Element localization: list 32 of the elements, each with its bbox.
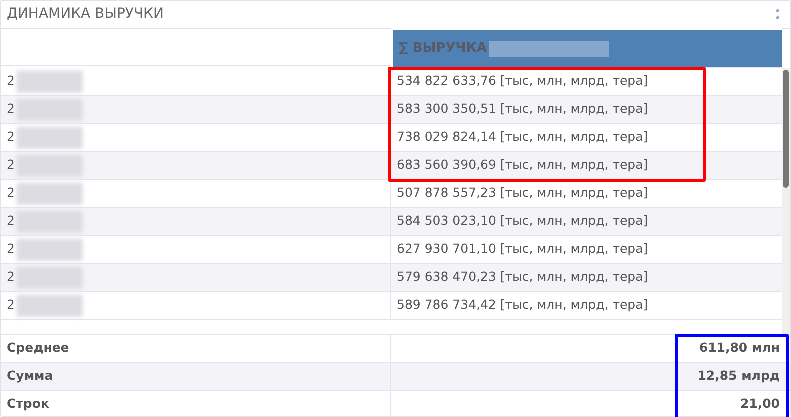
table-cell-text: 2 [7,268,15,286]
table-cell-text: 683 560 390,69 [тыс, млн, млрд, тера] [396,156,650,174]
summary-value: 21,00 [739,395,781,414]
column-header[interactable]: ∑ ВЫРУЧКА [393,30,782,68]
table-cell-text: 627 930 701,10 [тыс, млн, млрд, тера] [396,240,650,258]
scrollbar-thumb[interactable] [783,70,789,188]
redacted-block [16,238,83,260]
table-cell-text: 2 [7,72,15,90]
summary-label: Строк [1,391,391,417]
summary-value: 12,85 млрд [696,367,781,386]
table-cell-text: 583 300 350,51 [тыс, млн, млрд, тера] [396,100,650,118]
table-cell-text: 2 [7,156,15,174]
table-cell-text: 2 [7,296,15,314]
panel-title: ДИНАМИКА ВЫРУЧКИ [7,5,164,24]
table-cell-text: 589 786 734,42 [тыс, млн, млрд, тера] [396,296,650,314]
table-cell-text: 738 029 824,14 [тыс, млн, млрд, тера] [396,128,650,146]
table-cell-text: 579 638 470,23 [тыс, млн, млрд, тера] [396,268,650,286]
table-cell-text: 584 503 023,10 [тыс, млн, млрд, тера] [396,212,650,230]
table-cell-text: 534 822 633,76 [тыс, млн, млрд, тера] [396,72,650,90]
redacted-block [16,126,83,148]
table-cell-text: 2 [7,184,15,202]
redacted-block [16,294,83,316]
table-cell-text: 2 [7,240,15,258]
more-menu-icon[interactable] [776,8,780,20]
table-cell-text: 2 [7,128,15,146]
summary-label: Сумма [1,363,391,390]
redacted-block [16,182,83,204]
redacted-block [16,70,83,92]
summary-value: 611,80 млн [698,339,781,358]
table-cell-text: 2 [7,212,15,230]
table-cell-text: 2 [7,100,15,118]
table-cell-text: 507 878 557,23 [тыс, млн, млрд, тера] [396,184,650,202]
